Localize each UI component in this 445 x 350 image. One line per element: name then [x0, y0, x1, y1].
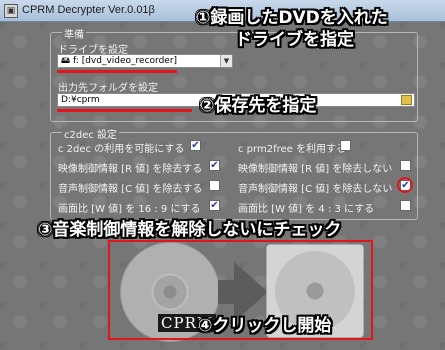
drive-icon: 🖴: [61, 56, 73, 66]
option-label: 画面比 [W 値] を 16 : 9 にする: [58, 204, 201, 215]
option-checkbox[interactable]: [400, 160, 411, 171]
annotation-4: ④クリックし開始: [198, 316, 332, 336]
option-label: c prm2free を利用する: [238, 144, 346, 155]
check-icon: ✔: [191, 140, 200, 151]
option-label: 音声制御情報 [C 値] を除去する: [58, 184, 203, 195]
window-title: CPRM Decrypter Ver.0.01β: [22, 4, 155, 16]
main-panel: 準備 ドライブを設定 🖴 f: [dvd_video_recorder] ▼ 出…: [0, 8, 445, 350]
drive-select[interactable]: 🖴 f: [dvd_video_recorder] ▼: [57, 54, 233, 68]
option-checkbox[interactable]: [340, 140, 351, 151]
c2dec-group-title: c2dec 設定: [62, 126, 120, 141]
prep-group-title: 準備: [62, 26, 86, 41]
option-label: 映像制御情報 [R 値] を除去する: [58, 164, 203, 175]
annotation-1-line2: ドライブを指定: [235, 30, 354, 50]
option-checkbox[interactable]: ✔: [209, 160, 220, 171]
option-checkbox[interactable]: ✔: [190, 140, 201, 151]
output-folder-label: 出力先フォルダを設定: [58, 83, 158, 94]
option-label: c 2dec の利用を可能にする: [58, 144, 185, 155]
check-icon: ✔: [210, 160, 219, 171]
app-icon: ▣: [4, 4, 18, 18]
drive-underline: [57, 70, 177, 73]
option-label: 画面比 [W 値] を 4 : 3 にする: [238, 204, 375, 215]
highlight-ring: [397, 177, 413, 193]
output-folder-value: D:¥cprm: [61, 95, 100, 105]
option-label: 音声制御情報 [C 値] を除去しない: [238, 184, 393, 195]
check-icon: ✔: [210, 200, 219, 211]
annotation-2: ②保存先を指定: [200, 96, 317, 116]
output-underline: [57, 109, 192, 112]
option-checkbox[interactable]: ✔: [209, 200, 220, 211]
annotation-3: ③音楽制御情報を解除しないにチェック: [38, 220, 342, 240]
chevron-down-icon[interactable]: ▼: [220, 55, 232, 67]
option-checkbox[interactable]: [209, 180, 220, 191]
folder-icon[interactable]: [401, 95, 412, 105]
option-checkbox[interactable]: [400, 200, 411, 211]
option-label: 映像制御情報 [R 値] を除去しない: [238, 164, 393, 175]
drive-value: f: [dvd_video_recorder]: [72, 56, 178, 66]
